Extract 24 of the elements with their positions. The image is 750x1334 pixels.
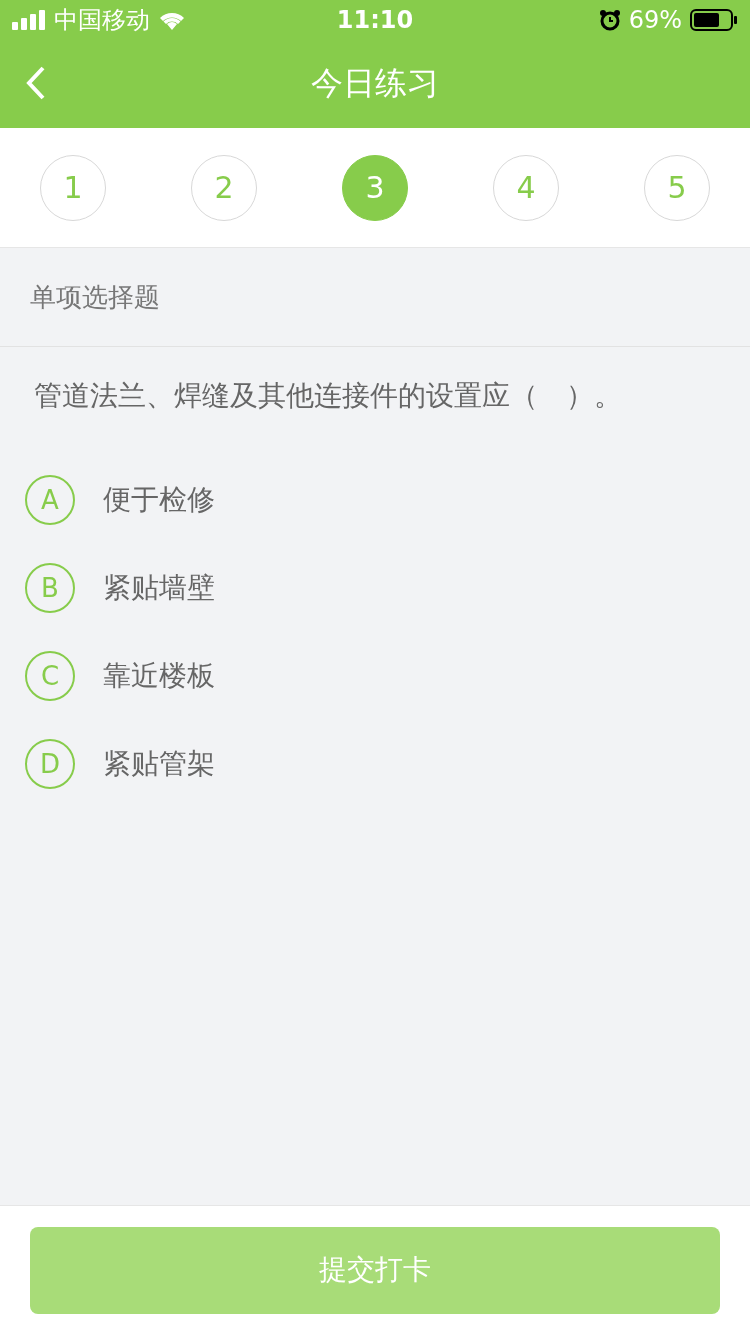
page-title: 今日练习	[311, 63, 439, 104]
option-text[interactable]: 靠近楼板	[103, 657, 215, 695]
option-radio[interactable]: B	[25, 563, 75, 613]
option-text[interactable]: 便于检修	[103, 481, 215, 519]
signal-icon	[12, 10, 46, 30]
question-type: 单项选择题	[30, 280, 160, 314]
question-number-tab[interactable]: 1	[40, 154, 106, 221]
alarm-clock-icon	[598, 9, 621, 31]
question-number-tab[interactable]: 4	[493, 154, 559, 221]
option-text[interactable]: 紧贴管架	[103, 745, 215, 783]
chevron-left-icon	[26, 66, 46, 100]
question-number-tab[interactable]: 2	[191, 154, 257, 221]
wifi-icon	[158, 10, 186, 30]
battery-icon	[690, 9, 738, 31]
question-text: 管道法兰、焊缝及其他连接件的设置应（ ）。	[34, 379, 622, 412]
option-radio[interactable]: D	[25, 739, 75, 789]
question-number-tab[interactable]: 5	[644, 154, 710, 221]
option-radio[interactable]: A	[25, 475, 75, 525]
status-time: 11:10	[336, 6, 414, 34]
question-number-tab[interactable]: 3	[342, 154, 408, 221]
carrier-name: 中国移动	[54, 5, 150, 36]
option-text[interactable]: 紧贴墙壁	[103, 569, 215, 607]
option-radio[interactable]: C	[25, 651, 75, 701]
battery-percent: 69%	[628, 6, 682, 34]
